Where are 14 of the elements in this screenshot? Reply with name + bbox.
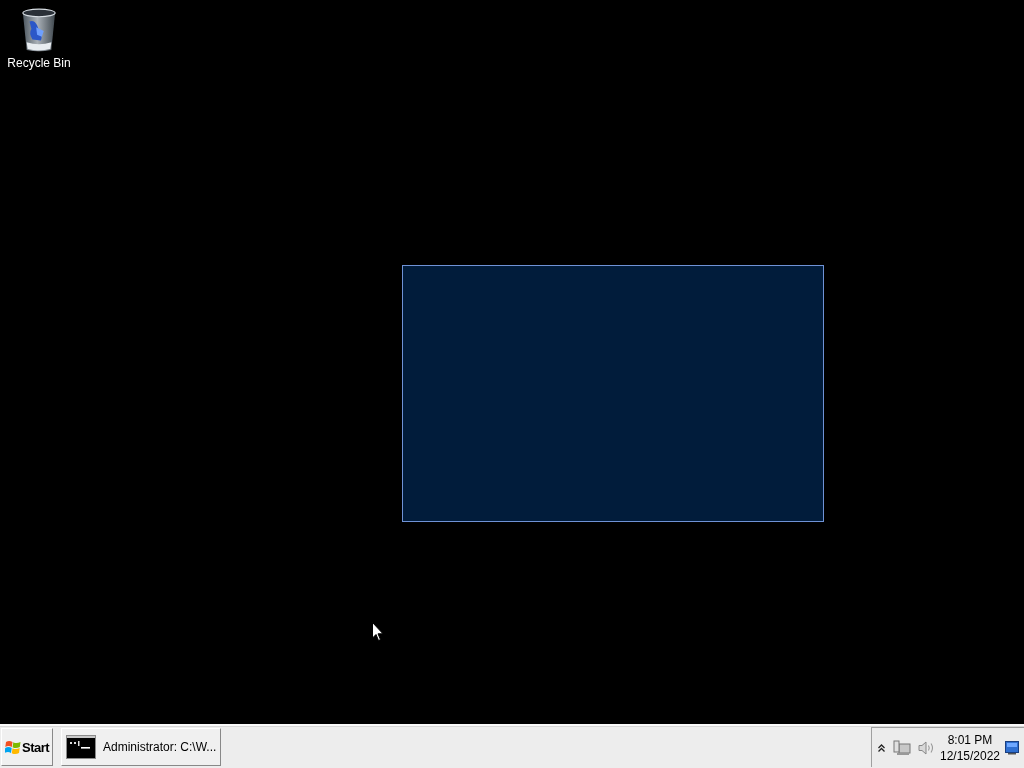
clock-date: 12/15/2022 [939, 747, 1001, 764]
mouse-pointer-icon [372, 622, 384, 642]
terminal-icon [66, 735, 96, 759]
desktop-icon-label[interactable]: Recycle Bin [7, 56, 71, 70]
clock-time: 8:01 PM [947, 731, 993, 748]
clock[interactable]: 8:01 PM 12/15/2022 [938, 731, 1002, 764]
show-desktop-icon[interactable] [1005, 740, 1019, 755]
taskbar-button[interactable]: Administrator: C:\W... [61, 728, 221, 766]
start-button[interactable]: Start [1, 728, 53, 766]
windows-flag-icon [5, 739, 21, 755]
show-hidden-icons-icon[interactable] [878, 743, 885, 752]
recycle-bin-icon[interactable] [21, 7, 57, 53]
speaker-icon[interactable] [918, 739, 936, 756]
network-icon[interactable] [893, 739, 911, 756]
